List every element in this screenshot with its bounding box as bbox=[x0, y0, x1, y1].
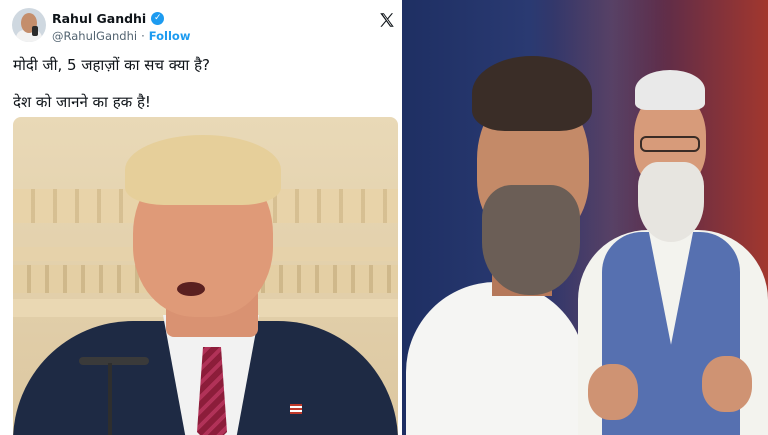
person-right-beard bbox=[638, 162, 704, 242]
verified-badge-icon: ✓ bbox=[151, 12, 165, 25]
person-right-hair bbox=[635, 70, 705, 110]
tweet-video[interactable] bbox=[13, 117, 398, 435]
follow-button[interactable]: Follow bbox=[149, 29, 191, 43]
tweet-card: Rahul Gandhi ✓ @RahulGandhi · Follow मोद… bbox=[0, 0, 402, 435]
person-right-hand bbox=[702, 356, 752, 412]
photo-composite bbox=[402, 0, 768, 435]
display-name[interactable]: Rahul Gandhi bbox=[52, 11, 146, 26]
person-right-hand bbox=[588, 364, 638, 420]
handle[interactable]: @RahulGandhi bbox=[52, 29, 137, 43]
microphone bbox=[79, 357, 149, 365]
speaker-hair bbox=[125, 135, 281, 205]
speaker-mouth bbox=[177, 282, 205, 296]
author-name-row: Rahul Gandhi ✓ bbox=[52, 11, 165, 26]
tweet-text-line-1: मोदी जी, 5 जहाज़ों का सच क्या है? bbox=[13, 56, 211, 74]
x-logo-icon[interactable] bbox=[378, 11, 396, 29]
avatar[interactable] bbox=[12, 8, 46, 42]
microphone-stand bbox=[108, 363, 112, 435]
avatar-mic bbox=[32, 26, 38, 36]
person-left-hair bbox=[472, 56, 592, 131]
separator-dot: · bbox=[141, 29, 145, 43]
flag-pin bbox=[290, 404, 302, 414]
handle-row: @RahulGandhi · Follow bbox=[52, 29, 190, 43]
person-left-beard bbox=[482, 185, 580, 295]
tweet-text-line-2: देश को जानने का हक है! bbox=[13, 93, 151, 111]
person-right-glasses bbox=[640, 136, 700, 152]
